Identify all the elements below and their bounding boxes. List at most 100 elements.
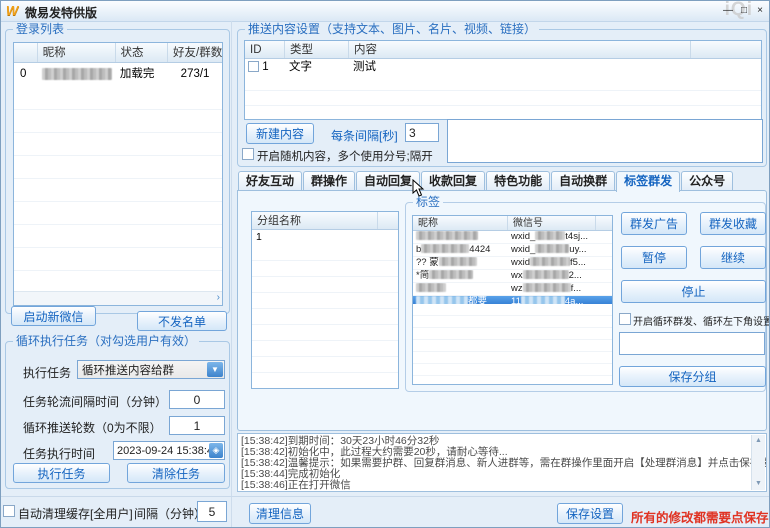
minimize-button[interactable]: — [721, 4, 735, 17]
login-hscrollbar[interactable]: › [14, 291, 222, 305]
content-row-id-text: 1 [262, 61, 268, 73]
content-row-checkbox[interactable] [248, 61, 259, 72]
broadcast-favorites-button[interactable]: 群发收藏 [700, 212, 766, 235]
content-col-content: 内容 [349, 41, 691, 58]
log-scrollbar[interactable]: ▲ ▼ [751, 435, 765, 490]
content-row-id: 1 [245, 59, 285, 76]
auto-clean-label: 自动清理缓存[全用户] [18, 505, 133, 522]
login-list-title: 登录列表 [13, 22, 67, 36]
login-table[interactable]: 昵称 状态 好友/群数 0 加载完成 273/1 › [13, 42, 223, 306]
group-name-table[interactable]: 分组名称 1 [251, 211, 399, 389]
content-col-type: 类型 [285, 41, 349, 58]
content-row-type: 文字 [285, 59, 349, 76]
app-logo-icon: W [6, 3, 18, 18]
login-empty-rows [14, 87, 222, 305]
clear-task-button[interactable]: 清除任务 [127, 463, 225, 483]
loop-broadcast-checkbox[interactable] [619, 313, 631, 325]
clean-interval-label: 间隔（分钟） [134, 505, 206, 522]
task-select-label: 执行任务 [23, 364, 71, 381]
broadcast-ad-button[interactable]: 群发广告 [621, 212, 687, 235]
login-row-index: 0 [14, 63, 38, 87]
pause-button[interactable]: 暂停 [621, 246, 687, 269]
scroll-down-icon[interactable]: ▼ [752, 478, 765, 490]
member-row[interactable]: wxid_t4sj... [413, 231, 612, 244]
hscroll-right-icon[interactable]: › [217, 292, 220, 304]
tab-official-account[interactable]: 公众号 [681, 171, 733, 191]
login-col-nick: 昵称 [38, 43, 116, 62]
content-col-id: ID [245, 41, 285, 58]
login-row-status: 加载完成 [116, 63, 168, 87]
group-name-input[interactable] [619, 332, 765, 355]
content-table[interactable]: ID 类型 内容 1 文字 测试 [244, 40, 762, 120]
start-wechat-button[interactable]: 启动新微信 [11, 306, 96, 326]
new-content-button[interactable]: 新建内容 [246, 123, 314, 144]
group-name-col: 分组名称 [252, 212, 378, 229]
task-time-label: 任务执行时间 [23, 445, 95, 462]
clean-info-button[interactable]: 清理信息 [249, 503, 311, 524]
random-content-textarea[interactable] [447, 119, 763, 163]
random-content-label: 开启随机内容，多个使用分号;隔开 [257, 148, 433, 164]
group-name-empty-rows [252, 245, 398, 388]
scroll-up-icon[interactable]: ▲ [752, 435, 765, 447]
run-task-button[interactable]: 执行任务 [13, 463, 110, 483]
tab-friend-interact[interactable]: 好友互动 [238, 171, 302, 191]
member-col-nick: 昵称 [413, 216, 508, 230]
content-empty-rows [245, 76, 761, 119]
tab-tag-broadcast[interactable]: 标签群发 [616, 171, 680, 192]
tab-auto-switch-group[interactable]: 自动换群 [551, 171, 615, 191]
resume-button[interactable]: 继续 [700, 246, 766, 269]
member-row[interactable]: wzf... [413, 283, 612, 296]
login-col-index [14, 43, 38, 62]
member-row[interactable]: ?? 蒙 wxidf5... [413, 257, 612, 270]
member-row[interactable]: b4424 wxid_uy... [413, 244, 612, 257]
clean-interval-input[interactable]: 5 [197, 501, 227, 522]
member-col-wxid: 微信号 [508, 216, 596, 230]
login-col-counts: 好友/群数 [168, 43, 222, 62]
bottom-divider [1, 496, 770, 497]
task-time-input[interactable]: 2023-09-24 15:38:41 ◈ [113, 441, 225, 460]
no-send-list-button[interactable]: 不发名单 [137, 311, 227, 331]
content-table-row[interactable]: 1 文字 测试 [245, 59, 761, 76]
per-interval-input[interactable]: 3 [405, 123, 439, 142]
random-content-checkbox[interactable] [242, 148, 254, 160]
task-interval-input[interactable]: 0 [169, 390, 225, 409]
stop-button[interactable]: 停止 [621, 280, 766, 303]
tab-auto-reply[interactable]: 自动回复 [356, 171, 420, 191]
member-row[interactable]: *简 wx2... [413, 270, 612, 283]
task-rounds-input[interactable]: 1 [169, 416, 225, 435]
task-time-value: 2023-09-24 15:38:41 [117, 445, 219, 457]
tab-group-ops[interactable]: 群操作 [303, 171, 355, 191]
login-list-group: 登录列表 昵称 状态 好友/群数 0 加载完成 273/1 › [5, 29, 230, 314]
group-name-row[interactable]: 1 [252, 230, 398, 246]
member-col-extra [596, 216, 612, 230]
loop-broadcast-label: 开启循环群发、循环左下角设置 [633, 313, 770, 328]
task-select-value: 循环推送内容给群 [82, 362, 174, 378]
loop-task-title: 循环执行任务（对勾选用户有效） [13, 334, 199, 348]
panel-divider [231, 21, 232, 528]
tab-bar: 好友互动群操作自动回复收款回复特色功能自动换群标签群发公众号 [238, 171, 734, 192]
task-interval-label: 任务轮流间隔时间（分钟） [23, 393, 167, 410]
tab-special-features[interactable]: 特色功能 [486, 171, 550, 191]
save-settings-button[interactable]: 保存设置 [557, 503, 623, 524]
login-row-nick [38, 63, 116, 87]
chevron-down-icon[interactable]: ▼ [207, 362, 223, 377]
datetime-picker-icon[interactable]: ◈ [209, 443, 223, 458]
window-title: 微易发特供版 [25, 4, 97, 21]
group-name-col-extra [378, 212, 398, 229]
content-col-extra [691, 41, 761, 58]
login-table-row[interactable]: 0 加载完成 273/1 [14, 63, 222, 88]
tab-payment-reply[interactable]: 收款回复 [421, 171, 485, 191]
title-bar: W 微易发特供版 iQi — □ × [1, 1, 770, 22]
app-window: W 微易发特供版 iQi — □ × 登录列表 昵称 状态 好友/群数 0 加载… [0, 0, 770, 528]
member-table[interactable]: 昵称 微信号 wxid_t4sj... b4424 wxid_uy... ?? … [412, 215, 613, 385]
auto-clean-checkbox[interactable] [3, 505, 15, 517]
task-rounds-label: 循环推送轮数（0为不限） [23, 419, 162, 436]
push-content-title: 推送内容设置（支持文本、图片、名片、视频、链接） [245, 22, 539, 36]
login-col-status: 状态 [116, 43, 168, 62]
save-warning-text: 所有的修改都需要点保存 [631, 507, 769, 526]
close-button[interactable]: × [753, 4, 767, 17]
task-select[interactable]: 循环推送内容给群 ▼ [77, 360, 225, 379]
log-box[interactable]: [15:38:42]到期时间：30天23小时46分32秒 [15:38:42]初… [237, 433, 767, 492]
maximize-button[interactable]: □ [737, 4, 751, 17]
save-group-button[interactable]: 保存分组 [619, 366, 766, 387]
